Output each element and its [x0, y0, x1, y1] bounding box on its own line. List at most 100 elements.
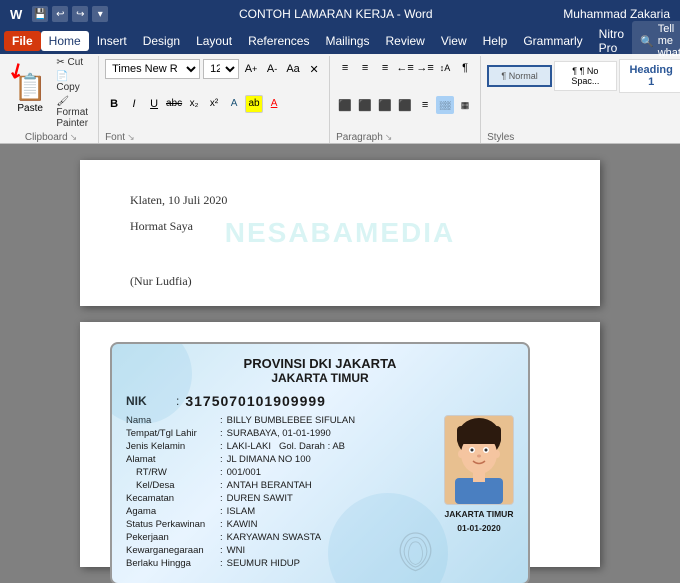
strikethrough-button[interactable]: abc: [165, 95, 183, 113]
clear-formatting-button[interactable]: ✕: [305, 60, 323, 78]
font-shrink-button[interactable]: A-: [263, 60, 281, 78]
align-left-button[interactable]: ⬛: [336, 96, 354, 114]
ktp-row-berlaku: Berlaku Hingga : SEUMUR HIDUP: [126, 558, 434, 569]
ktp-row-pekerjaan: Pekerjaan : KARYAWAN SWASTA: [126, 532, 434, 543]
paragraph-section: ≡ ≡ ≡ ←≡ →≡ ↕A ¶ ⬛ ⬛ ⬛ ⬛ ≡ ░░ ▦ Paragrap…: [330, 56, 481, 143]
ktp-nik-row: NIK : 3175070101909999: [126, 393, 514, 409]
ktp-nik-label: NIK: [126, 394, 176, 408]
ktp-header: PROVINSI DKI JAKARTA JAKARTA TIMUR: [126, 356, 514, 385]
subscript-button[interactable]: x₂: [185, 95, 203, 113]
customize-icon[interactable]: ▾: [92, 6, 108, 22]
undo-icon[interactable]: ↩: [52, 6, 68, 22]
document-title: CONTOH LAMARAN KERJA - Word: [239, 7, 433, 21]
font-expand-icon[interactable]: ↘: [127, 132, 135, 143]
ktp-row-agama: Agama : ISLAM: [126, 506, 434, 517]
ktp-info: Nama : BILLY BUMBLEBEE SIFULAN Tempat/Tg…: [126, 415, 434, 571]
menu-layout[interactable]: Layout: [188, 31, 240, 51]
font-section: Times New R 12 A+ A- Aa ✕ B I U abc x₂ x…: [99, 56, 330, 143]
letter-signature: (Nur Ludfia): [130, 271, 550, 293]
ktp-row-status: Status Perkawinan : KAWIN: [126, 519, 434, 530]
bullets-button[interactable]: ≡: [336, 59, 354, 77]
ktp-fingerprint-icon: [398, 528, 433, 573]
menu-grammarly[interactable]: Grammarly: [515, 31, 590, 51]
ktp-row-jk: Jenis Kelamin : LAKI-LAKI Gol. Darah : A…: [126, 441, 434, 452]
letter-content: Klaten, 10 Juli 2020 Hormat Saya (Nur Lu…: [130, 190, 550, 292]
ktp-card: PROVINSI DKI JAKARTA JAKARTA TIMUR NIK :…: [110, 342, 530, 583]
style-no-spacing-label: ¶ ¶ No Spac...: [561, 66, 610, 86]
menu-mailings[interactable]: Mailings: [317, 31, 377, 51]
text-effects-button[interactable]: A: [225, 95, 243, 113]
letter-date: Klaten, 10 Juli 2020: [130, 190, 550, 212]
style-normal-label: ¶ Normal: [497, 71, 542, 81]
document-area: NESABAMEDIA Klaten, 10 Juli 2020 Hormat …: [0, 144, 680, 583]
title-bar-left: W 💾 ↩ ↪ ▾: [10, 6, 108, 22]
menu-view[interactable]: View: [433, 31, 475, 51]
menu-bar: File Home Insert Design Layout Reference…: [0, 28, 680, 54]
line-spacing-button[interactable]: ≡: [416, 96, 434, 114]
borders-button[interactable]: ▦: [456, 96, 474, 114]
align-right-button[interactable]: ⬛: [376, 96, 394, 114]
page-letter: NESABAMEDIA Klaten, 10 Juli 2020 Hormat …: [80, 160, 600, 306]
style-no-spacing[interactable]: ¶ ¶ No Spac...: [554, 61, 617, 91]
decrease-indent-button[interactable]: ←≡: [396, 59, 414, 77]
show-marks-button[interactable]: ¶: [456, 59, 474, 77]
paragraph-expand-icon[interactable]: ↘: [385, 132, 393, 143]
numbering-button[interactable]: ≡: [356, 59, 374, 77]
page-ktp: PROVINSI DKI JAKARTA JAKARTA TIMUR NIK :…: [80, 322, 600, 567]
center-button[interactable]: ⬛: [356, 96, 374, 114]
ribbon: 📋 Paste ✂ Cut 📄 Copy 🖌 Format Painter Cl…: [0, 54, 680, 144]
ktp-row-nama: Nama : BILLY BUMBLEBEE SIFULAN: [126, 415, 434, 426]
highlight-color-button[interactable]: ab: [245, 95, 263, 113]
cut-button[interactable]: ✂ Cut: [52, 56, 92, 69]
ktp-row-kecamatan: Kecamatan : DUREN SAWIT: [126, 493, 434, 504]
ktp-photo-caption1: JAKARTA TIMUR: [445, 509, 514, 519]
increase-indent-button[interactable]: →≡: [416, 59, 434, 77]
ktp-row-alamat: Alamat : JL DIMANA NO 100: [126, 454, 434, 465]
menu-home[interactable]: Home: [41, 31, 89, 51]
ktp-row-rtrw: RT/RW : 001/001: [126, 467, 434, 478]
font-grow-button[interactable]: A+: [242, 60, 260, 78]
menu-design[interactable]: Design: [135, 31, 188, 51]
menu-review[interactable]: Review: [377, 31, 432, 51]
font-size-select[interactable]: 12: [203, 59, 239, 79]
styles-section: ¶ Normal ¶ ¶ No Spac... Heading 1 ▾ Styl…: [481, 56, 680, 143]
style-heading1[interactable]: Heading 1: [619, 59, 680, 93]
copy-button[interactable]: 📄 Copy: [52, 70, 92, 94]
tell-me-search[interactable]: 🔍 Tell me what: [632, 21, 680, 61]
font-color-button[interactable]: A: [265, 95, 283, 113]
ktp-province: PROVINSI DKI JAKARTA: [126, 356, 514, 371]
menu-nitro[interactable]: Nitro Pro: [591, 24, 632, 58]
ktp-photo-area: JAKARTA TIMUR 01-01-2020: [444, 415, 514, 571]
save-icon[interactable]: 💾: [32, 6, 48, 22]
underline-button[interactable]: U: [145, 95, 163, 113]
shading-button[interactable]: ░░: [436, 96, 454, 114]
clipboard-expand-icon[interactable]: ↘: [70, 132, 78, 143]
superscript-button[interactable]: x²: [205, 95, 223, 113]
bold-button[interactable]: B: [105, 95, 123, 113]
change-case-button[interactable]: Aa: [284, 60, 302, 78]
ktp-photo: [444, 415, 514, 505]
ktp-photo-svg: [445, 416, 513, 504]
ktp-body: Nama : BILLY BUMBLEBEE SIFULAN Tempat/Tg…: [126, 415, 514, 571]
user-name: Muhammad Zakaria: [563, 7, 670, 21]
multilevel-button[interactable]: ≡: [376, 59, 394, 77]
search-icon: 🔍: [640, 35, 654, 48]
ktp-photo-caption2: 01-01-2020: [457, 523, 500, 533]
menu-file[interactable]: File: [4, 31, 41, 51]
font-name-select[interactable]: Times New R: [105, 59, 200, 79]
ktp-city: JAKARTA TIMUR: [126, 371, 514, 385]
word-icon: W: [10, 7, 22, 22]
ktp-row-wni: Kewarganegaraan : WNI: [126, 545, 434, 556]
quick-access-toolbar: 💾 ↩ ↪ ▾: [32, 6, 108, 22]
menu-references[interactable]: References: [240, 31, 317, 51]
menu-help[interactable]: Help: [475, 31, 516, 51]
italic-button[interactable]: I: [125, 95, 143, 113]
menu-insert[interactable]: Insert: [89, 31, 135, 51]
style-normal[interactable]: ¶ Normal: [487, 65, 552, 87]
sort-button[interactable]: ↕A: [436, 59, 454, 77]
justify-button[interactable]: ⬛: [396, 96, 414, 114]
title-bar: W 💾 ↩ ↪ ▾ CONTOH LAMARAN KERJA - Word Mu…: [0, 0, 680, 28]
redo-icon[interactable]: ↪: [72, 6, 88, 22]
format-painter-button[interactable]: 🖌 Format Painter: [52, 95, 92, 130]
ktp-row-ttl: Tempat/Tgl Lahir : SURABAYA, 01-01-1990: [126, 428, 434, 439]
